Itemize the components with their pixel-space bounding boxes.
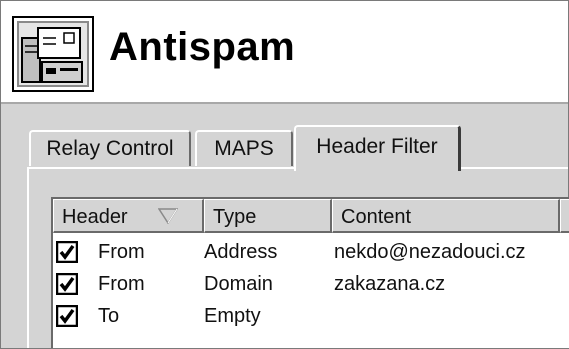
mail-server-icon: [12, 16, 94, 92]
cell-header: From: [98, 241, 145, 263]
enabled-checkbox[interactable]: [56, 273, 78, 295]
cell-type: Empty: [204, 305, 261, 327]
cell-content: zakazana.cz: [334, 273, 446, 295]
header-filter-list: Header Type Content From Address nekdo@n…: [51, 197, 569, 348]
cell-type: Address: [204, 241, 278, 263]
list-item[interactable]: From Domain zakazana.cz: [53, 271, 569, 297]
column-header-extra[interactable]: [560, 199, 569, 233]
column-header-label: Header: [62, 206, 128, 228]
enabled-checkbox[interactable]: [56, 241, 78, 263]
column-header-type[interactable]: Type: [204, 199, 332, 233]
antispam-window: Antispam Relay Control MAPS Header Filte…: [0, 0, 569, 349]
cell-content: nekdo@nezadouci.cz: [334, 241, 526, 263]
title-band: Antispam: [1, 1, 568, 104]
cell-header: To: [98, 305, 120, 327]
cell-type: Domain: [204, 273, 273, 295]
list-item[interactable]: To Empty: [53, 303, 569, 329]
cell-header: From: [98, 273, 145, 295]
tab-relay-control[interactable]: Relay Control: [29, 130, 191, 166]
tab-maps[interactable]: MAPS: [195, 130, 293, 166]
tab-header-filter[interactable]: Header Filter: [294, 125, 461, 171]
sort-descending-icon: [158, 208, 178, 224]
enabled-checkbox[interactable]: [56, 305, 78, 327]
list-item[interactable]: From Address nekdo@nezadouci.cz: [53, 239, 569, 265]
column-header-header[interactable]: Header: [53, 199, 204, 233]
page-title: Antispam: [109, 25, 296, 69]
column-header-content[interactable]: Content: [332, 199, 560, 233]
